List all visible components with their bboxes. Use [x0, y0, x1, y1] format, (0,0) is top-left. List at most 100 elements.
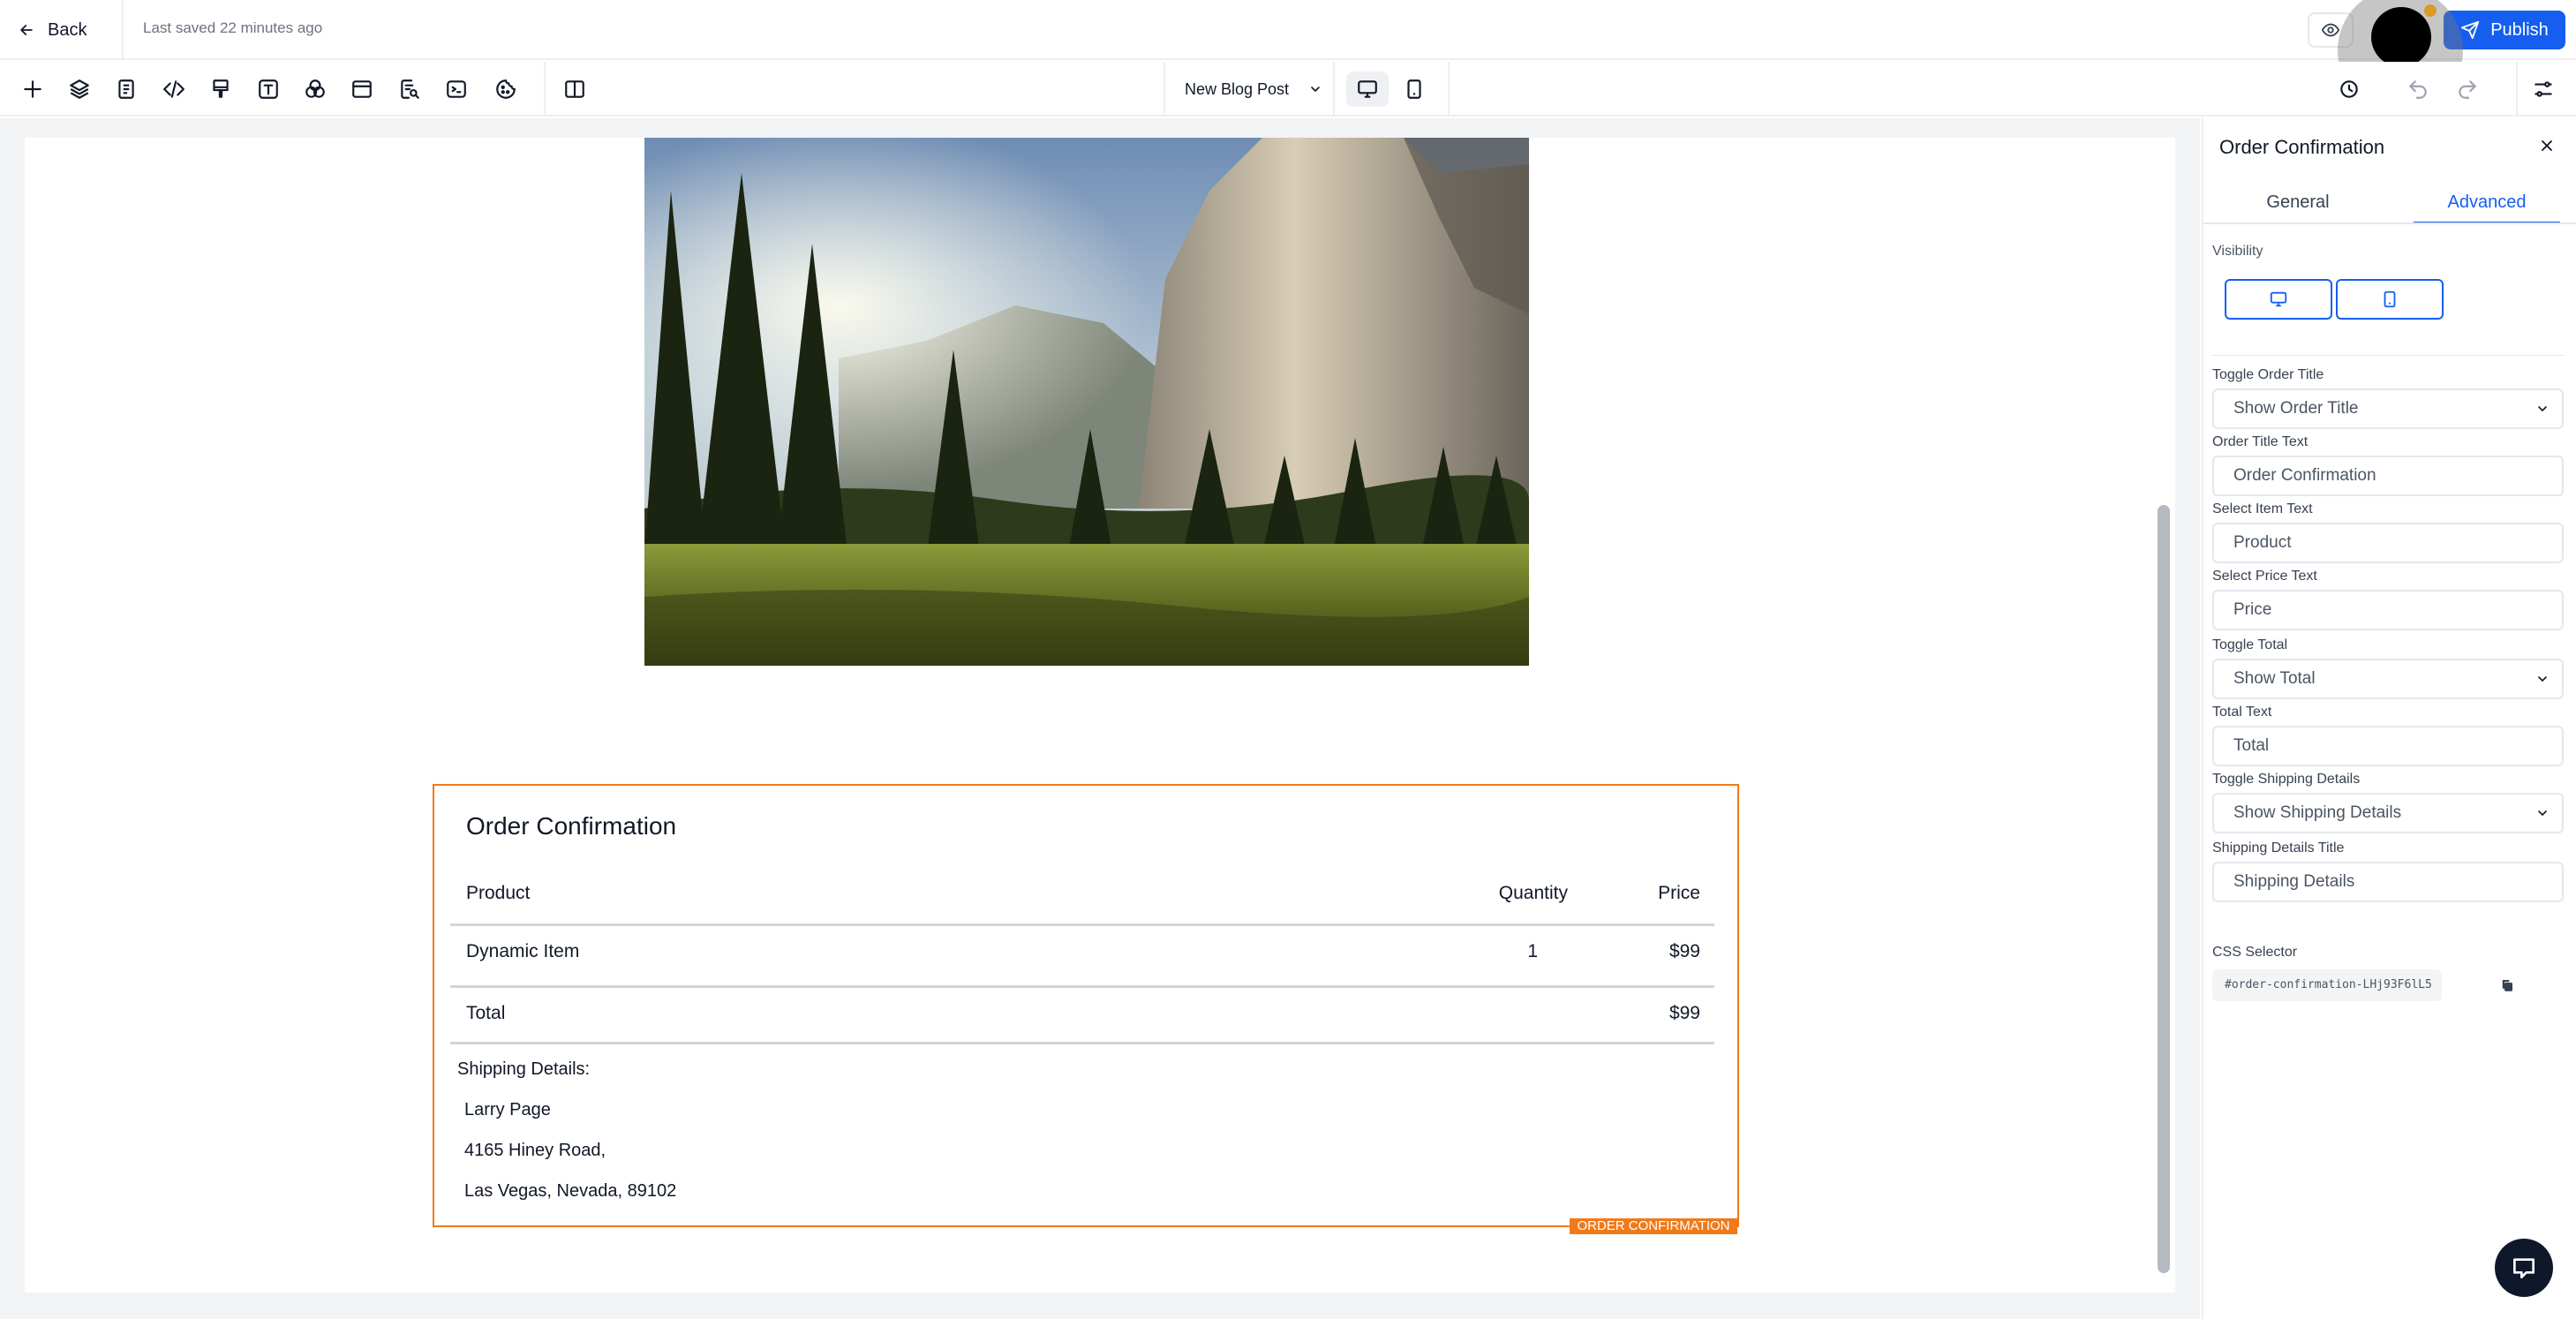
back-label: Back — [48, 19, 87, 40]
item-text-input[interactable]: Product — [2212, 523, 2564, 563]
tracking-code-button[interactable] — [441, 74, 471, 104]
chevron-down-icon — [1311, 87, 1320, 92]
colors-button[interactable] — [300, 74, 330, 104]
redo-button[interactable] — [2452, 74, 2482, 104]
canvas-scrollbar[interactable] — [2158, 505, 2170, 1273]
visibility-label: Visibility — [2212, 244, 2263, 259]
hero-image[interactable] — [644, 138, 1529, 666]
split-view-button[interactable] — [560, 74, 590, 104]
close-icon — [2542, 140, 2552, 151]
landscape-photo — [644, 138, 1529, 666]
chat-support-button[interactable] — [2495, 1239, 2553, 1297]
select-value: Show Shipping Details — [2233, 803, 2402, 822]
css-selector-value[interactable]: #order-confirmation-LHj93F6lL5 — [2212, 969, 2442, 1001]
seo-icon — [401, 79, 419, 99]
eye-icon — [2321, 23, 2340, 37]
page-selector-label: New Blog Post — [1185, 79, 1290, 98]
notification-dot — [2424, 4, 2437, 17]
copy-selector-button[interactable] — [2497, 975, 2518, 996]
mobile-view-button[interactable] — [1393, 72, 1435, 107]
shipping-street: 4165 Hiney Road, — [464, 1141, 606, 1160]
typography-button[interactable] — [253, 74, 283, 104]
editor-toolbar: New Blog Post — [0, 62, 2576, 117]
product-header: Product — [466, 883, 531, 903]
send-icon — [2461, 20, 2480, 40]
price-text-input[interactable]: Price — [2212, 590, 2564, 630]
field-label: Toggle Shipping Details — [2212, 772, 2361, 787]
input-value: Total — [2233, 736, 2270, 755]
field-label: Total Text — [2212, 705, 2272, 720]
arrow-left-icon — [20, 25, 33, 35]
price-header: Price — [1658, 883, 1700, 903]
split-view-icon — [565, 80, 584, 98]
redo-icon — [2459, 80, 2476, 99]
field-label: Shipping Details Title — [2212, 840, 2345, 855]
settings-panel-button[interactable] — [2528, 74, 2558, 104]
desktop-icon — [1358, 80, 1377, 98]
toggle-total-select[interactable]: Show Total — [2212, 659, 2564, 699]
panel-title: Order Confirmation — [2219, 136, 2385, 158]
pages-button[interactable] — [111, 74, 141, 104]
divider — [450, 985, 1714, 988]
cookie-consent-button[interactable] — [491, 74, 521, 104]
order-title: Order Confirmation — [466, 812, 677, 840]
sections-button[interactable] — [347, 74, 377, 104]
toggle-shipping-select[interactable]: Show Shipping Details — [2212, 793, 2564, 833]
divider — [450, 923, 1714, 926]
add-icon — [24, 80, 41, 98]
styles-button[interactable] — [206, 74, 236, 104]
input-value: Price — [2233, 600, 2272, 619]
item-quantity: 1 — [1527, 941, 1538, 961]
seo-button[interactable] — [395, 74, 425, 104]
visibility-desktop-toggle[interactable] — [2225, 279, 2332, 320]
terminal-icon — [447, 80, 466, 98]
total-text-input[interactable]: Total — [2212, 726, 2564, 766]
copy-icon — [2502, 980, 2512, 991]
order-confirmation-element[interactable]: Order Confirmation Product Quantity Pric… — [433, 784, 1739, 1227]
divider — [1333, 62, 1335, 117]
add-element-button[interactable] — [18, 74, 48, 104]
page-selector[interactable]: New Blog Post — [1185, 76, 1322, 102]
field-label: Select Item Text — [2212, 501, 2313, 516]
chat-icon — [2513, 1258, 2535, 1278]
select-value: Show Total — [2233, 669, 2316, 688]
desktop-view-button[interactable] — [1346, 72, 1389, 107]
back-button[interactable]: Back — [18, 16, 87, 44]
desktop-icon — [2270, 291, 2287, 307]
undo-button[interactable] — [2403, 74, 2433, 104]
custom-code-button[interactable] — [159, 74, 189, 104]
mobile-icon — [1407, 79, 1421, 99]
close-panel-button[interactable] — [2534, 132, 2560, 159]
order-title-input[interactable]: Order Confirmation — [2212, 456, 2564, 496]
paint-brush-icon — [213, 79, 229, 98]
history-icon — [2340, 80, 2358, 98]
mobile-icon — [2384, 290, 2396, 308]
chevron-down-icon — [2538, 676, 2547, 682]
toggle-order-title-select[interactable]: Show Order Title — [2212, 388, 2564, 429]
visibility-mobile-toggle[interactable] — [2336, 279, 2444, 320]
shipping-name: Larry Page — [464, 1100, 551, 1119]
item-name: Dynamic Item — [466, 941, 580, 961]
top-bar: Back Last saved 22 minutes ago Publish — [0, 0, 2576, 113]
css-selector-label: CSS Selector — [2212, 945, 2298, 960]
divider — [2516, 62, 2518, 117]
section-icon — [352, 80, 372, 98]
chevron-down-icon — [2538, 810, 2547, 816]
tab-advanced[interactable]: Advanced — [2414, 189, 2560, 224]
text-icon — [259, 79, 278, 99]
history-button[interactable] — [2334, 74, 2364, 104]
total-label: Total — [466, 1003, 506, 1023]
layers-button[interactable] — [64, 74, 94, 104]
field-label: Select Price Text — [2212, 569, 2317, 584]
pages-icon — [118, 79, 134, 99]
total-price: $99 — [1668, 1003, 1700, 1023]
quantity-header: Quantity — [1498, 883, 1568, 903]
input-value: Product — [2233, 533, 2292, 552]
input-value: Shipping Details — [2233, 872, 2355, 891]
tab-general[interactable]: General — [2203, 189, 2392, 224]
divider — [122, 0, 124, 60]
color-palette-icon — [305, 79, 325, 98]
shipping-title-input[interactable]: Shipping Details — [2212, 862, 2564, 902]
last-saved-status: Last saved 22 minutes ago — [143, 19, 323, 36]
item-price: $99 — [1668, 941, 1700, 961]
